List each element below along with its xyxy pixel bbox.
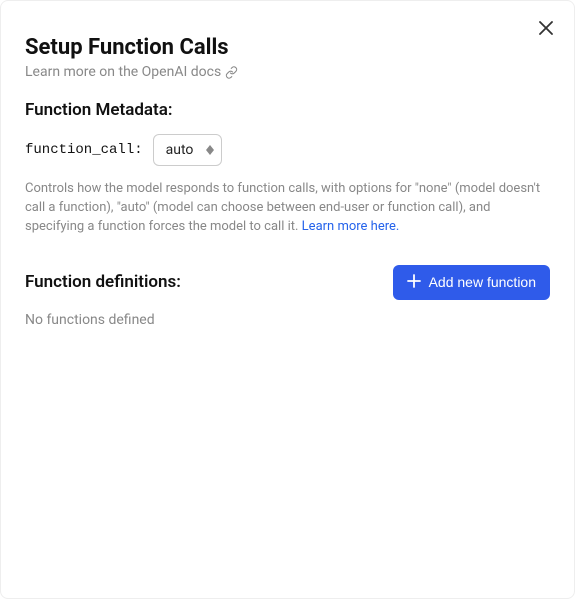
docs-link-text: Learn more on the OpenAI docs [25, 64, 221, 80]
function-call-field: function_call: auto [25, 134, 550, 166]
link-icon [225, 66, 238, 79]
modal-title: Setup Function Calls [25, 35, 550, 60]
function-call-select[interactable]: auto [153, 134, 223, 166]
definitions-heading: Function definitions: [25, 272, 181, 292]
add-function-label: Add new function [429, 274, 536, 290]
function-call-label: function_call: [25, 142, 143, 158]
definitions-empty-state: No functions defined [25, 312, 550, 328]
learn-more-link[interactable]: Learn more here. [302, 219, 400, 234]
function-call-help: Controls how the model responds to funct… [25, 180, 550, 237]
plus-icon [407, 274, 421, 291]
function-calls-modal: Setup Function Calls Learn more on the O… [0, 0, 575, 599]
function-call-value: auto [153, 134, 223, 166]
help-text-body: Controls how the model responds to funct… [25, 181, 540, 234]
close-icon [539, 21, 553, 38]
definitions-header: Function definitions: Add new function [25, 265, 550, 300]
docs-link[interactable]: Learn more on the OpenAI docs [25, 64, 550, 80]
add-function-button[interactable]: Add new function [393, 265, 550, 300]
metadata-heading: Function Metadata: [25, 100, 550, 120]
close-button[interactable] [534, 17, 558, 41]
